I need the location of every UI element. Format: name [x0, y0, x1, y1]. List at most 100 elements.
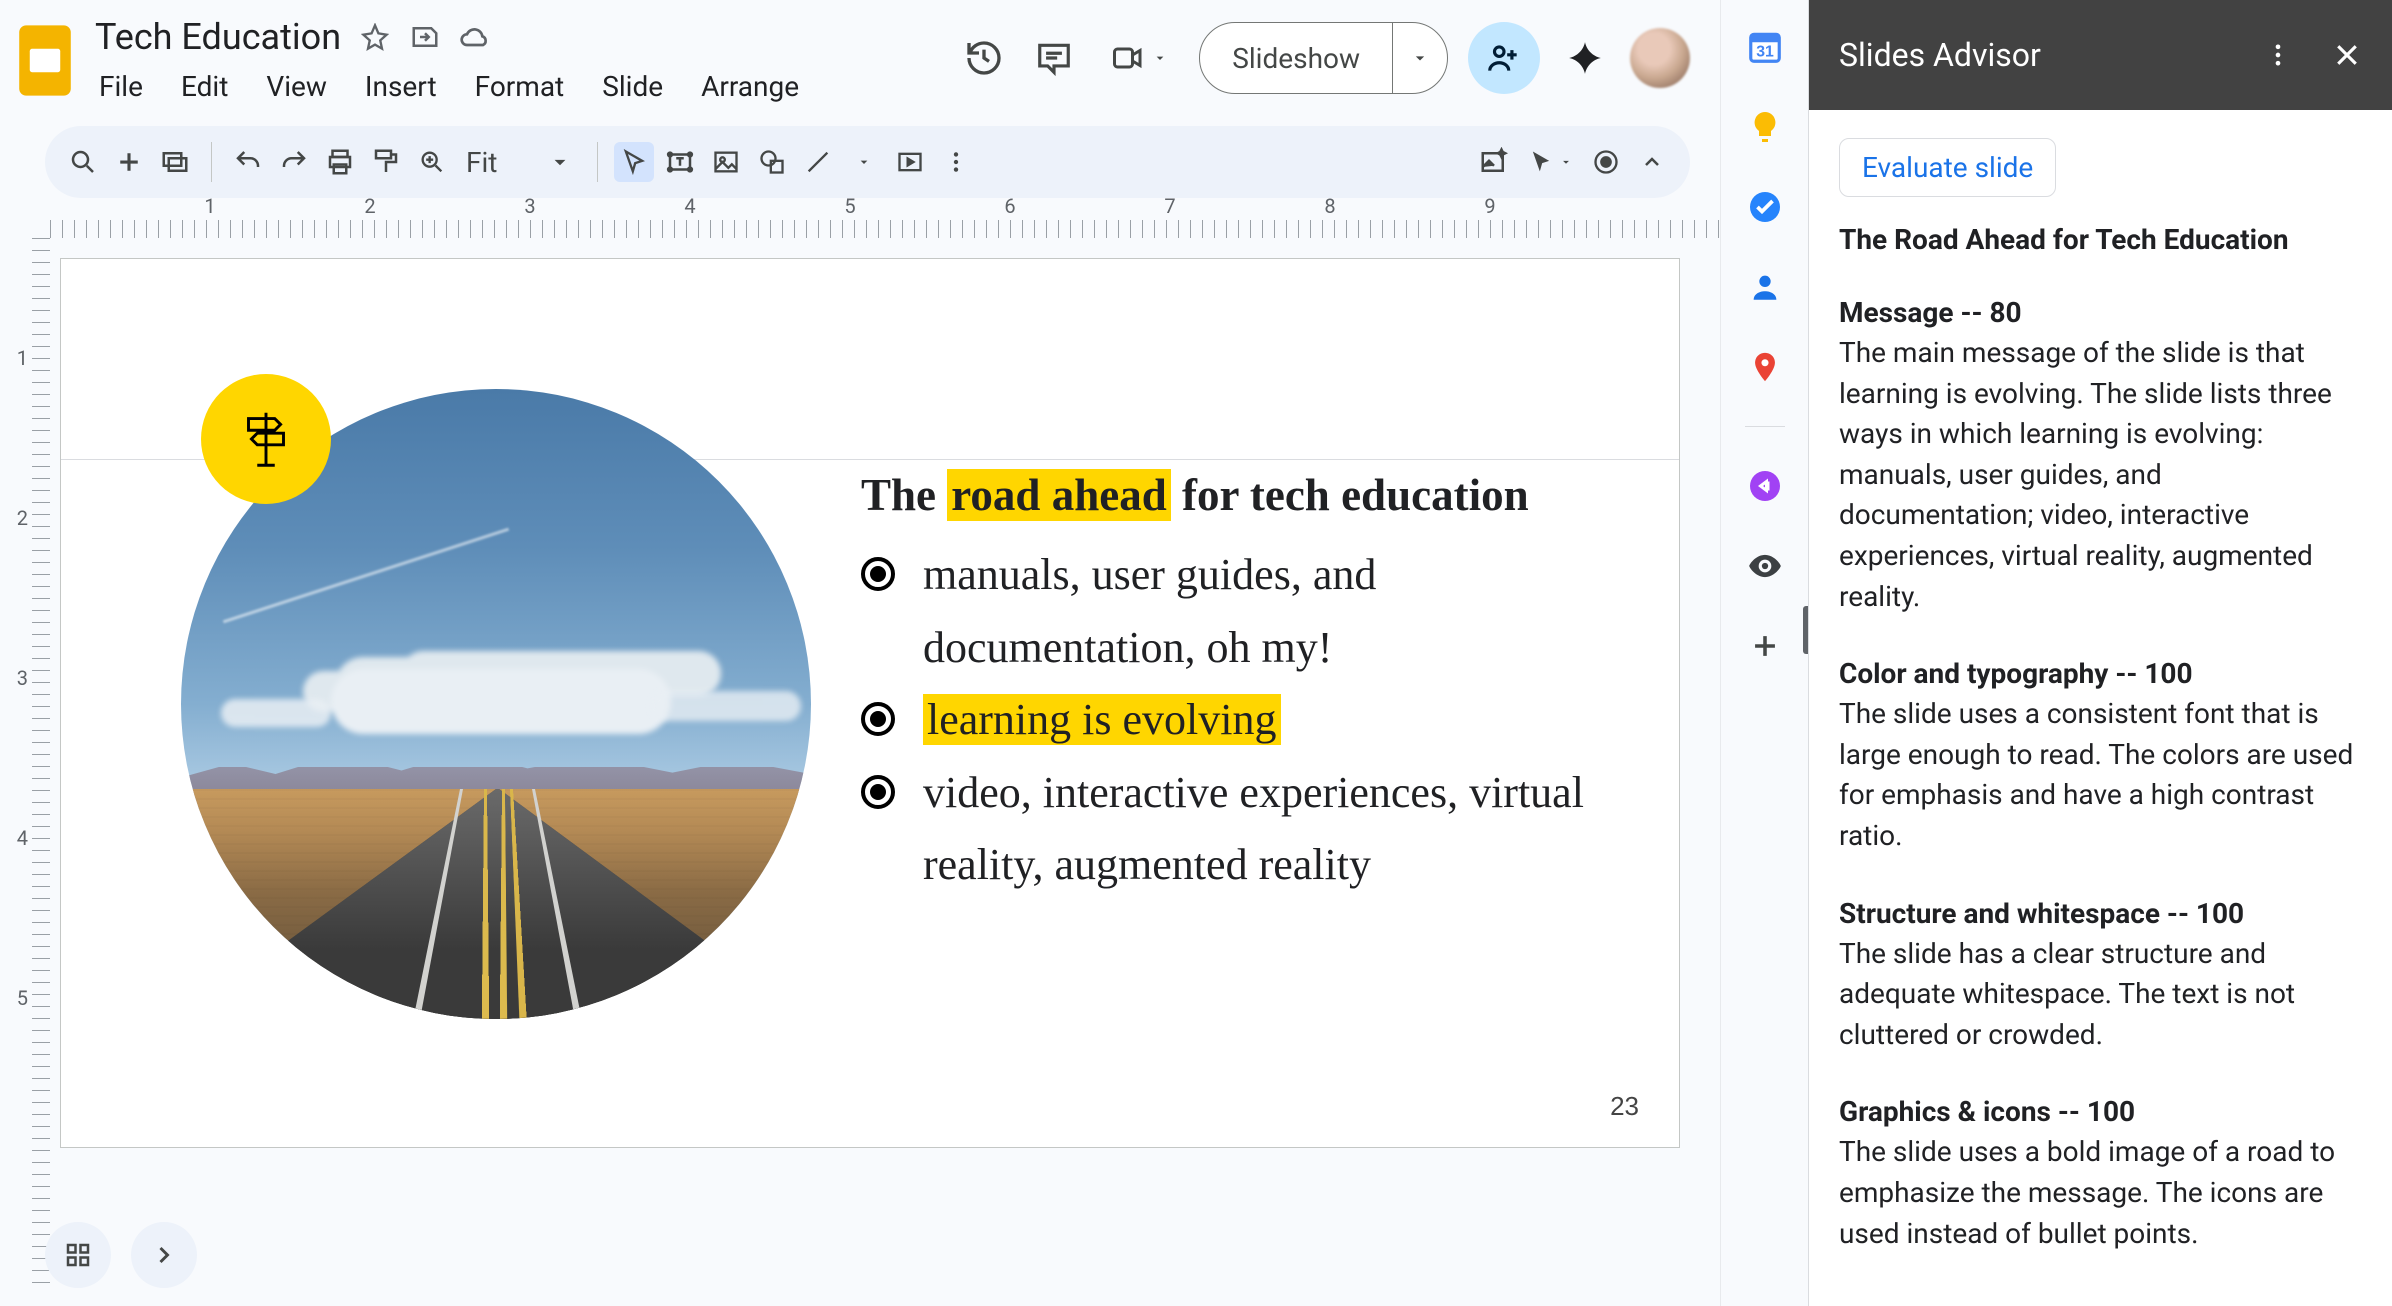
ruler-tick: 4 [684, 198, 695, 218]
zoom-select[interactable]: Fit [458, 146, 581, 179]
paint-format-icon[interactable] [366, 142, 406, 182]
pointer-icon[interactable] [1520, 142, 1580, 182]
toolbar: Fit [45, 126, 1690, 198]
next-icon[interactable] [131, 1222, 197, 1288]
dock-indicator [1803, 606, 1808, 654]
grid-view-icon[interactable] [45, 1222, 111, 1288]
ruler-tick: 2 [17, 506, 28, 530]
line-dropdown-icon[interactable] [844, 142, 884, 182]
title-pre: The [861, 470, 947, 520]
slide-text-box[interactable]: The road ahead for tech education manual… [861, 469, 1639, 902]
advisor-section: Graphics & icons -- 100The slide uses a … [1839, 1095, 2362, 1254]
ruler-vertical: 1 2 3 4 5 [0, 198, 50, 1306]
move-icon[interactable] [409, 21, 441, 53]
slideshow-button: Slideshow [1199, 22, 1448, 94]
menu-insert[interactable]: Insert [361, 66, 441, 107]
history-icon[interactable] [959, 33, 1009, 83]
add-addon-icon[interactable] [1744, 625, 1786, 667]
image-icon[interactable] [706, 142, 746, 182]
menu-format[interactable]: Format [471, 66, 569, 107]
bullet-icon [861, 557, 895, 591]
more-icon[interactable] [936, 142, 976, 182]
layout-icon[interactable] [155, 142, 195, 182]
advisor-heading: Message -- 80 [1839, 296, 2362, 329]
menu-slide[interactable]: Slide [598, 66, 667, 107]
advisor-text: The main message of the slide is that le… [1839, 333, 2362, 617]
search-icon[interactable] [63, 142, 103, 182]
textbox-icon[interactable] [660, 142, 700, 182]
title-highlight: road ahead [947, 469, 1170, 521]
contacts-icon[interactable] [1744, 266, 1786, 308]
ruler-tick: 8 [1324, 198, 1335, 218]
keep-icon[interactable] [1744, 106, 1786, 148]
slide[interactable]: The road ahead for tech education manual… [60, 258, 1680, 1148]
advisor-text: The slide uses a consistent font that is… [1839, 694, 2362, 856]
bullet-item[interactable]: video, interactive experiences, virtual … [861, 757, 1639, 902]
ai-image-icon[interactable] [1474, 142, 1514, 182]
more-vert-icon[interactable] [2264, 41, 2292, 69]
slides-advisor-icon[interactable] [1744, 545, 1786, 587]
record-icon[interactable] [1586, 142, 1626, 182]
slideshow-dropdown[interactable] [1392, 23, 1447, 93]
bullet-text: video, interactive experiences, virtual … [923, 757, 1639, 902]
menu-arrange[interactable]: Arrange [697, 66, 803, 107]
close-icon[interactable] [2332, 40, 2362, 70]
advisor-section: Message -- 80 The main message of the sli… [1839, 296, 2362, 617]
bullet-item[interactable]: learning is evolving [861, 684, 1639, 757]
ruler-tick: 7 [1164, 198, 1175, 218]
ruler-tick: 6 [1004, 198, 1015, 218]
separator [1745, 426, 1785, 427]
bullet-item[interactable]: manuals, user guides, and documentation,… [861, 539, 1639, 684]
gemini-icon[interactable] [1560, 33, 1610, 83]
advisor-slide-title: The Road Ahead for Tech Education [1839, 223, 2362, 256]
titlebar: Tech Education File Edit View Insert For… [0, 0, 1720, 120]
menu-file[interactable]: File [95, 66, 147, 107]
addon-icon[interactable] [1744, 465, 1786, 507]
separator [211, 142, 212, 182]
menu-edit[interactable]: Edit [177, 66, 232, 107]
advisor-section: Color and typography -- 100The slide use… [1839, 657, 2362, 856]
maps-icon[interactable] [1744, 346, 1786, 388]
meet-icon[interactable] [1099, 33, 1179, 83]
cloud-icon[interactable] [459, 21, 491, 53]
redo-icon[interactable] [274, 142, 314, 182]
advisor-text: The slide uses a bold image of a road to… [1839, 1132, 2362, 1254]
canvas[interactable]: The road ahead for tech education manual… [50, 238, 1720, 1306]
collapse-icon[interactable] [1632, 142, 1672, 182]
ruler-tick: 4 [17, 826, 28, 850]
print-icon[interactable] [320, 142, 360, 182]
ruler-tick: 1 [17, 346, 28, 370]
new-slide-icon[interactable] [109, 142, 149, 182]
comment-icon[interactable] [1029, 33, 1079, 83]
slides-logo[interactable] [10, 15, 80, 105]
evaluate-button[interactable]: Evaluate slide [1839, 138, 2056, 197]
doc-title[interactable]: Tech Education [95, 16, 341, 58]
slideshow-main[interactable]: Slideshow [1200, 23, 1392, 93]
avatar[interactable] [1630, 28, 1690, 88]
advisor-header: Slides Advisor [1809, 0, 2392, 110]
tasks-icon[interactable] [1744, 186, 1786, 228]
calendar-icon[interactable]: 31 [1744, 26, 1786, 68]
signpost-icon[interactable] [201, 374, 331, 504]
select-tool-icon[interactable] [614, 142, 654, 182]
ruler-tick: 9 [1484, 198, 1495, 218]
share-button[interactable] [1468, 22, 1540, 94]
undo-icon[interactable] [228, 142, 268, 182]
bullet-text: manuals, user guides, and documentation,… [923, 539, 1639, 684]
separator [597, 142, 598, 182]
bullet-text: learning is evolving [923, 684, 1639, 757]
ruler-tick: 5 [17, 986, 28, 1010]
zoom-value: Fit [466, 146, 497, 179]
shape-icon[interactable] [752, 142, 792, 182]
line-icon[interactable] [798, 142, 838, 182]
slide-title[interactable]: The road ahead for tech education [861, 469, 1639, 521]
bullet-icon [861, 702, 895, 736]
side-dock: 31 [1720, 0, 1808, 1306]
video-icon[interactable] [890, 142, 930, 182]
ruler-horizontal: 1 2 3 4 5 6 7 8 9 [50, 198, 1720, 238]
advisor-section: Structure and whitespace -- 100The slide… [1839, 897, 2362, 1056]
zoom-icon[interactable] [412, 142, 452, 182]
star-icon[interactable] [359, 21, 391, 53]
menu-view[interactable]: View [262, 66, 331, 107]
slide-number: 23 [1610, 1091, 1639, 1122]
